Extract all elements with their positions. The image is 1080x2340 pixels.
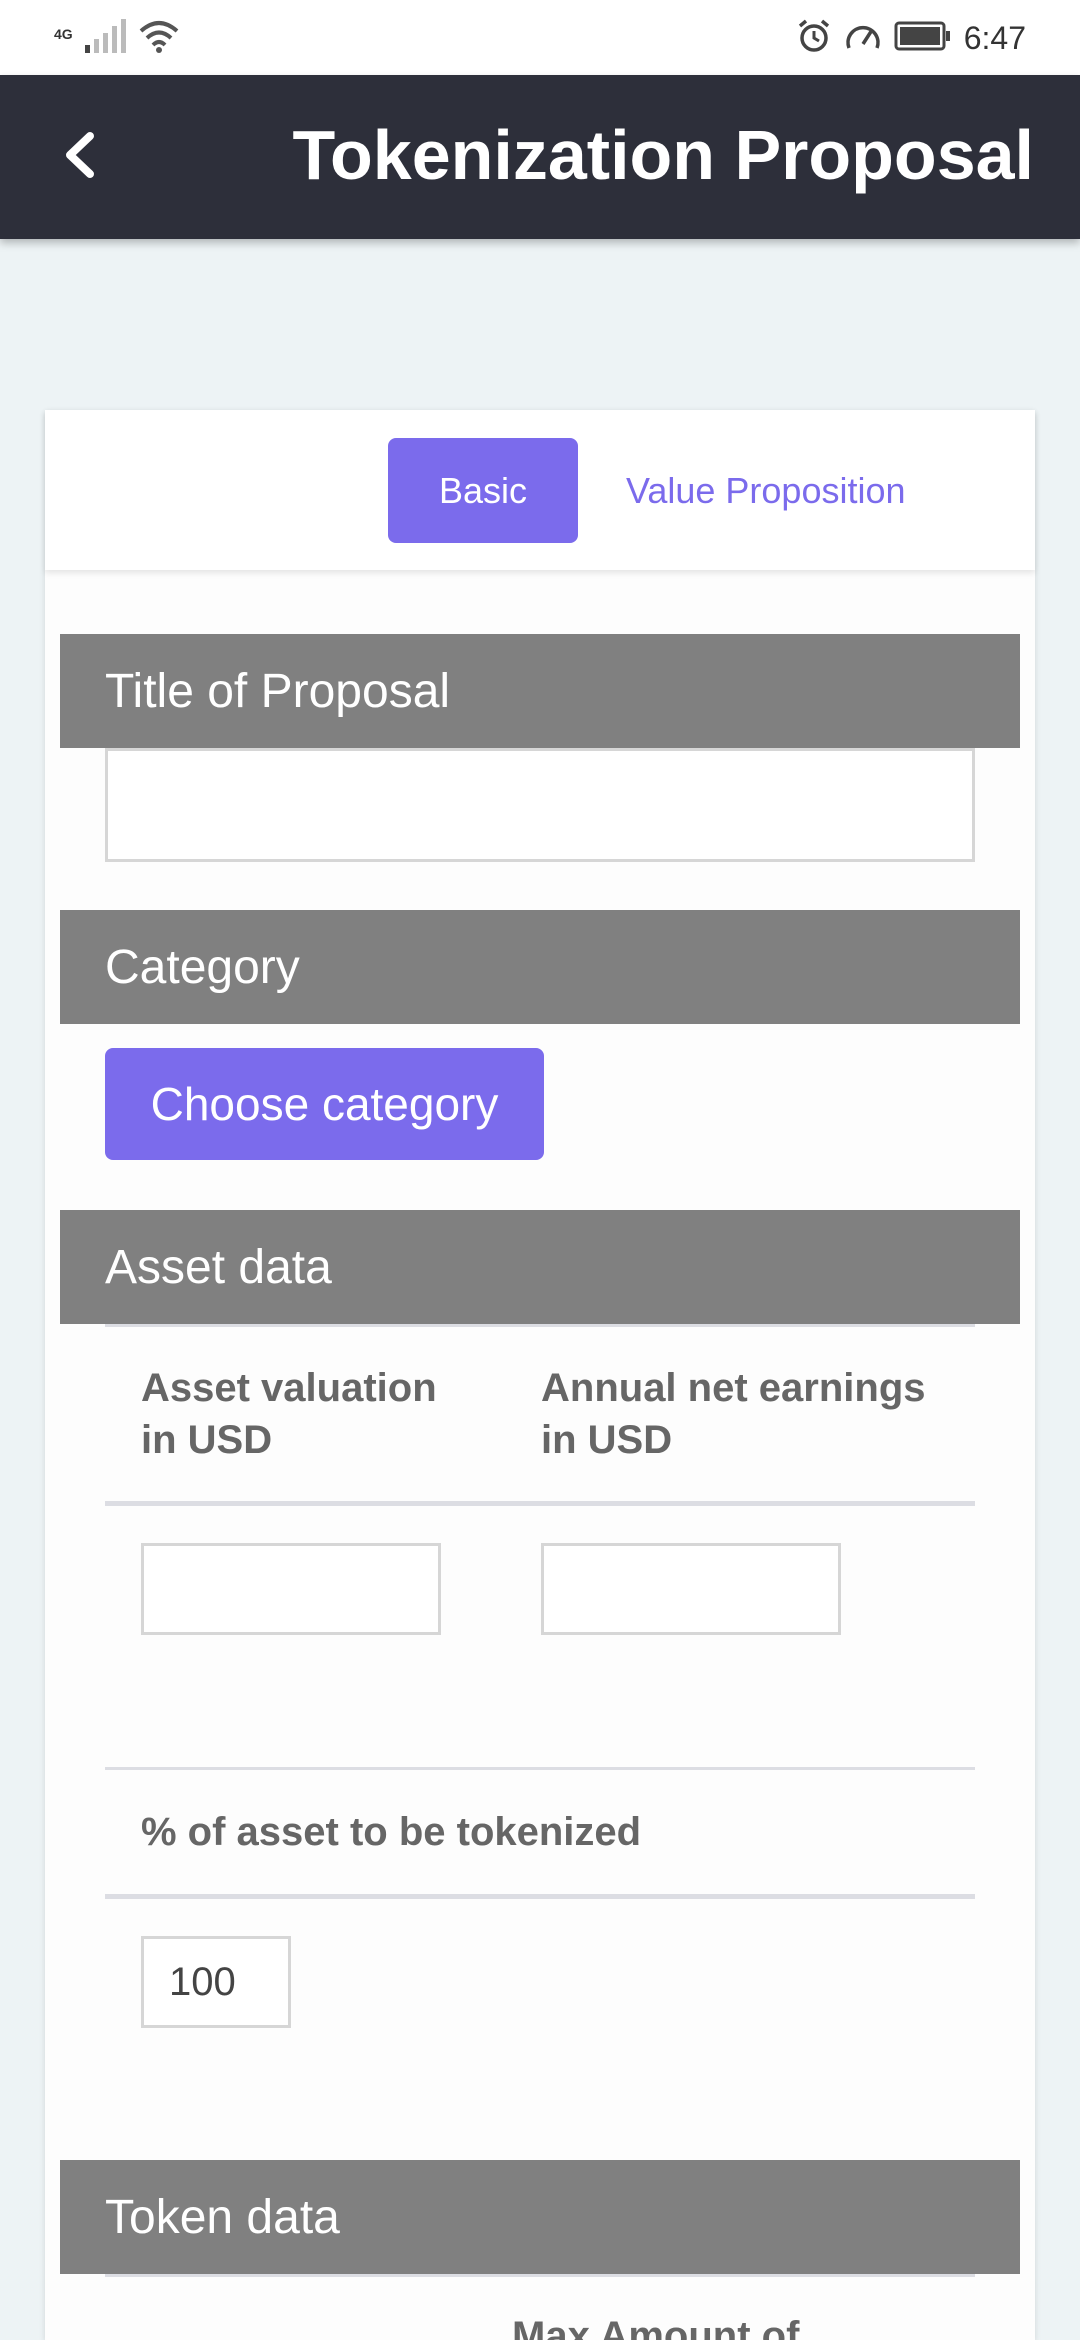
wifi-icon (139, 19, 179, 58)
signal-icon (83, 19, 129, 58)
divider (105, 1501, 975, 1506)
tab-basic[interactable]: Basic (388, 438, 578, 543)
proposal-title-input[interactable] (105, 748, 975, 862)
section-header-category: Category (60, 910, 1020, 1024)
clock: 6:47 (963, 19, 1026, 56)
annual-earnings-input[interactable] (541, 1543, 841, 1635)
page-title: Tokenization Proposal (292, 116, 1034, 194)
battery-icon (894, 21, 952, 56)
section-header-asset-data: Asset data (60, 1210, 1020, 1324)
annual-earnings-label: Annual net earnings in USD (541, 1362, 926, 1466)
asset-valuation-input[interactable] (141, 1543, 441, 1635)
speed-icon (844, 18, 882, 59)
status-right: 6:47 (796, 16, 1026, 60)
divider (105, 1894, 975, 1899)
app-bar: Tokenization Proposal (0, 75, 1080, 239)
asset-valuation-label-line1: Asset valuation (141, 1366, 437, 1410)
alarm-icon (796, 18, 832, 59)
divider (105, 1324, 975, 1327)
section-header-token-data: Token data (60, 2160, 1020, 2274)
annual-earnings-label-line2: in USD (541, 1418, 673, 1462)
tokenized-percent-input[interactable]: 100 (141, 1936, 291, 2028)
back-button[interactable] (40, 117, 120, 197)
status-left: 4G (54, 18, 179, 58)
max-amount-label: Max Amount of (512, 2314, 800, 2340)
network-type: 4G (54, 26, 73, 42)
divider (105, 2274, 975, 2277)
tokenized-percent-label: % of asset to be tokenized (141, 1810, 642, 1854)
annual-earnings-label-line1: Annual net earnings (541, 1366, 926, 1410)
choose-category-button[interactable]: Choose category (105, 1048, 544, 1160)
asset-valuation-label-line2: in USD (141, 1418, 273, 1462)
section-header-title: Title of Proposal (60, 634, 1020, 748)
tab-value-proposition[interactable]: Value Proposition (626, 438, 906, 543)
status-bar: 4G 6:47 (0, 0, 1080, 75)
chevron-left-icon (60, 130, 100, 185)
asset-valuation-label: Asset valuation in USD (141, 1362, 437, 1466)
divider (105, 1767, 975, 1770)
